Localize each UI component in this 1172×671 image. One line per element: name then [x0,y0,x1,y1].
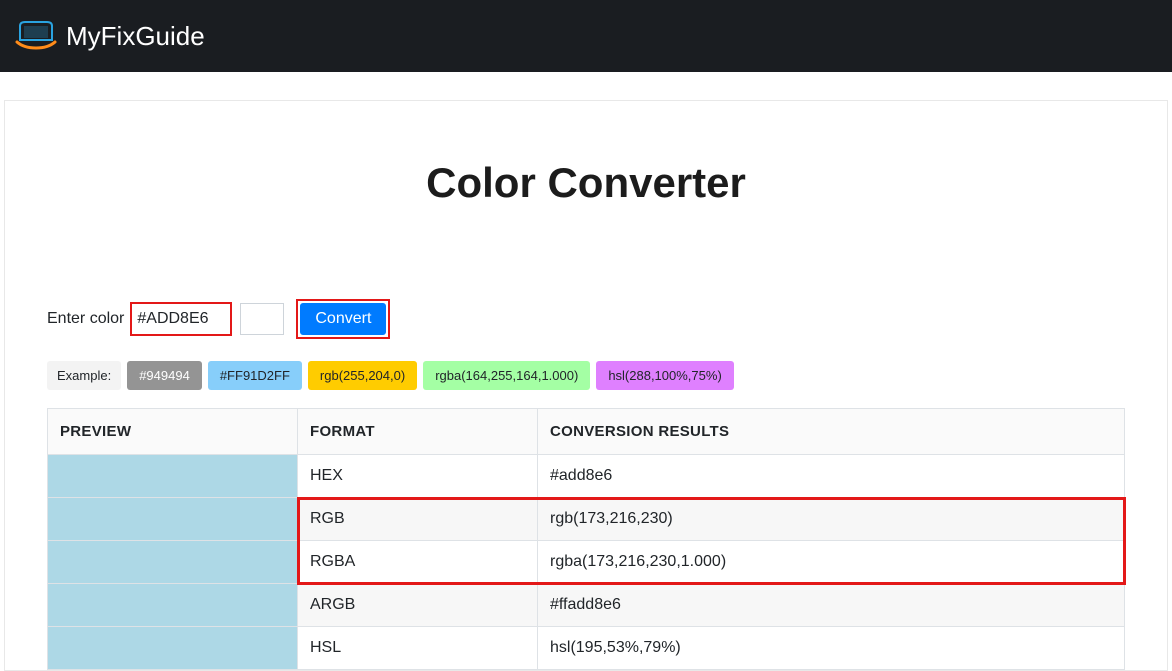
format-cell: RGB [298,498,538,541]
example-chip-hsl[interactable]: hsl(288,100%,75%) [596,361,733,390]
brand-name: MyFixGuide [66,21,205,52]
color-input-highlight [130,302,232,336]
col-format: FORMAT [298,409,538,455]
format-cell: HEX [298,455,538,498]
example-chip-hex[interactable]: #949494 [127,361,202,390]
table-row: HEX #add8e6 [48,455,1125,498]
laptop-icon [14,20,58,52]
convert-highlight: Convert [296,299,390,339]
results-wrap: PREVIEW FORMAT CONVERSION RESULTS HEX #a… [47,408,1125,670]
format-cell: RGBA [298,541,538,584]
color-input[interactable] [135,306,227,332]
result-cell: #add8e6 [538,455,1125,498]
main-content: Color Converter Enter color Convert Exam… [4,100,1168,671]
preview-swatch [48,584,298,627]
col-result: CONVERSION RESULTS [538,409,1125,455]
preview-swatch [48,541,298,584]
col-preview: PREVIEW [48,409,298,455]
table-row: RGBA rgba(173,216,230,1.000) [48,541,1125,584]
table-row: RGB rgb(173,216,230) [48,498,1125,541]
input-row: Enter color Convert [47,299,1125,339]
aux-input[interactable] [240,303,284,335]
table-row: ARGB #ffadd8e6 [48,584,1125,627]
result-cell: rgb(173,216,230) [538,498,1125,541]
example-label: Example: [47,361,121,390]
convert-button[interactable]: Convert [300,303,386,335]
result-cell: hsl(195,53%,79%) [538,627,1125,670]
page-title: Color Converter [47,159,1125,207]
table-row: HSL hsl(195,53%,79%) [48,627,1125,670]
results-table: PREVIEW FORMAT CONVERSION RESULTS HEX #a… [47,408,1125,670]
example-chip-rgba[interactable]: rgba(164,255,164,1.000) [423,361,590,390]
examples-row: Example: #949494 #FF91D2FF rgb(255,204,0… [47,361,1125,390]
result-cell: #ffadd8e6 [538,584,1125,627]
preview-swatch [48,498,298,541]
color-input-label: Enter color [47,310,124,328]
navbar: MyFixGuide [0,0,1172,72]
preview-swatch [48,627,298,670]
example-chip-rgb[interactable]: rgb(255,204,0) [308,361,417,390]
example-chip-hexa[interactable]: #FF91D2FF [208,361,302,390]
format-cell: HSL [298,627,538,670]
brand[interactable]: MyFixGuide [14,20,205,52]
result-cell: rgba(173,216,230,1.000) [538,541,1125,584]
preview-swatch [48,455,298,498]
format-cell: ARGB [298,584,538,627]
